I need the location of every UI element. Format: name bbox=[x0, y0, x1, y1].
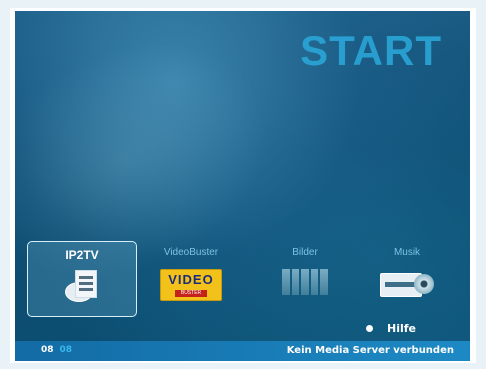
bullet-icon bbox=[366, 325, 373, 332]
logo-word: VIDEO bbox=[168, 272, 214, 287]
music-icon bbox=[380, 269, 434, 299]
videobuster-logo: VIDEO BUSTER bbox=[160, 269, 222, 301]
help-button[interactable]: Hilfe bbox=[366, 322, 416, 335]
status-bar: 08 08 Kein Media Server verbunden bbox=[15, 341, 470, 361]
clock-hours: 08 bbox=[41, 345, 54, 355]
menu-item-label: Musik bbox=[393, 247, 421, 258]
menu-item-ip2tv[interactable]: IP2TV bbox=[27, 241, 137, 317]
status-message: Kein Media Server verbunden bbox=[286, 345, 454, 356]
help-label: Hilfe bbox=[387, 322, 416, 335]
clock: 08 08 bbox=[41, 345, 72, 355]
menu-item-label: IP2TV bbox=[65, 248, 99, 262]
clock-minutes: 08 bbox=[59, 345, 73, 355]
menu-item-label: Bilder bbox=[292, 247, 318, 258]
tv-screen: START IP2TV VideoBuster VIDEO BUSTER Bil… bbox=[15, 11, 470, 361]
menu-item-videobuster[interactable]: VideoBuster VIDEO BUSTER bbox=[137, 241, 245, 315]
ip2tv-icon bbox=[65, 270, 99, 302]
menu-item-musik[interactable]: Musik bbox=[353, 241, 461, 315]
menu-item-bilder[interactable]: Bilder bbox=[251, 241, 359, 315]
page-title: START bbox=[300, 27, 442, 74]
pictures-icon bbox=[282, 269, 328, 295]
menu-item-label: VideoBuster bbox=[163, 247, 219, 258]
logo-sub: BUSTER bbox=[175, 290, 207, 297]
